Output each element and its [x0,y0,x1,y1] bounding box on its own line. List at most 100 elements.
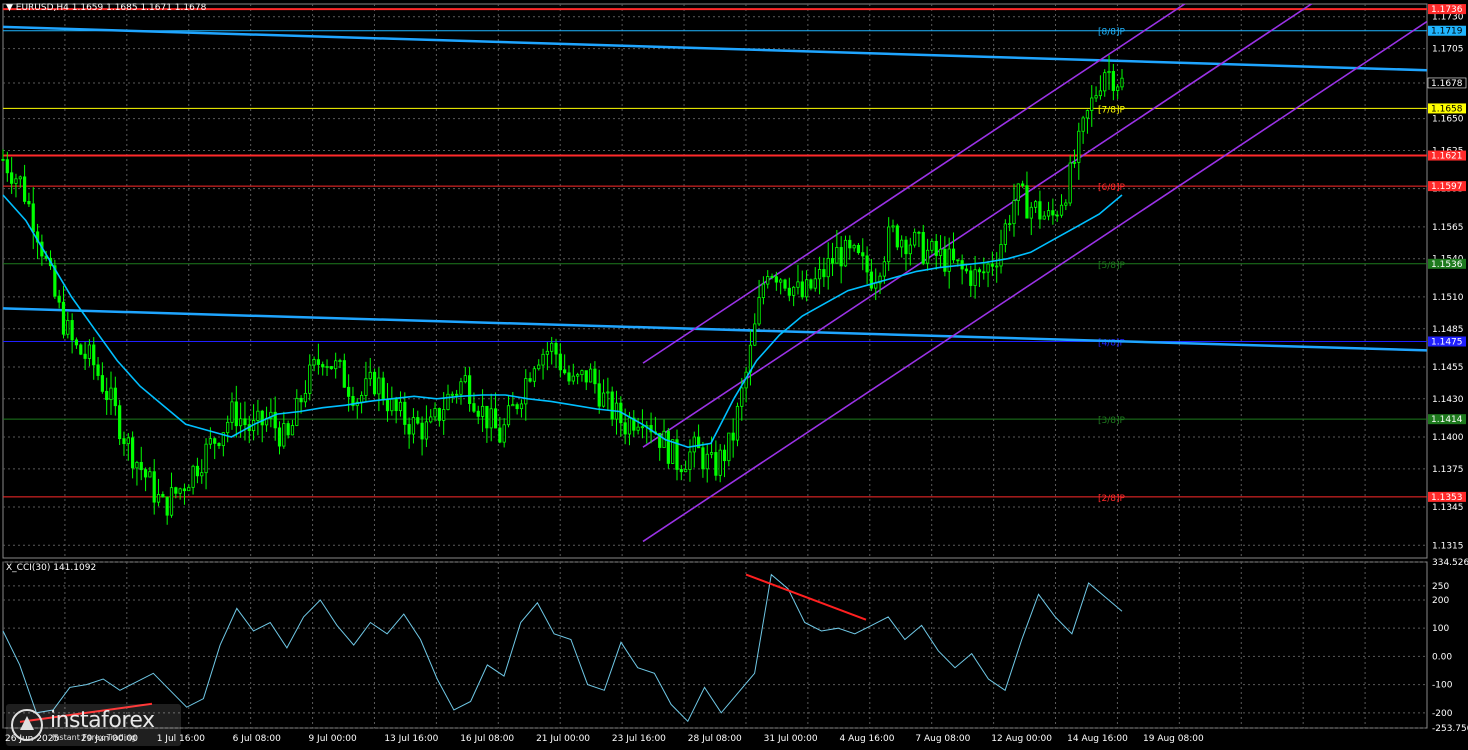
candle-body [753,323,757,346]
candle-body [887,226,891,263]
candle-body [727,432,731,462]
candle-body [895,225,899,248]
candle-body [956,259,960,262]
candle-body [459,381,463,395]
price-tags: 1.1736 1.1719 1.1658 1.1621 1.1597 1.1536 1.14… [1427,4,1467,503]
candle-body [359,395,364,403]
candle-body [489,408,493,429]
candle-body [364,378,368,396]
candle-body [770,276,774,278]
candle-body [714,452,718,476]
candle-body [1072,161,1077,164]
instaforex-logo: instaforex Instant Forex Trading [6,704,181,746]
candle-body [368,371,372,380]
logo-name: instaforex [50,708,155,733]
candle-body [943,248,947,272]
level-label: [6/8]P [1098,183,1126,193]
candle-body [511,404,515,407]
candle-body [18,176,22,180]
candle-body [156,494,161,503]
candle-body [1081,117,1085,132]
candle-body [243,418,247,426]
candle-body [809,279,813,289]
candle-body [869,271,874,289]
candle-body [135,461,139,469]
candle-body [79,344,83,355]
candle-body [1042,215,1046,220]
candle-body [1111,70,1115,91]
candle-body [468,375,472,404]
y-tick-label: 1.1375 [1432,465,1464,475]
candle-body [636,426,640,431]
candle-body [597,383,601,407]
candle-body [342,360,346,388]
candle-body [506,405,511,426]
candle-body [442,409,446,421]
candle-body [446,393,450,410]
channel-line [642,20,1427,543]
candle-body [407,424,411,435]
candle-body [817,269,822,280]
x-tick-label: 9 Jul 00:00 [308,734,357,744]
candle-body [666,430,670,464]
candle-body [852,244,856,249]
candle-body [839,247,843,267]
candle-body [14,178,18,184]
candle-body [57,295,61,303]
candle-body [109,387,113,401]
candle-body [74,339,79,346]
candle-body [113,387,117,407]
candle-body [182,488,187,492]
candle-body [537,364,541,370]
candle-body [429,416,433,423]
ma-line [2,194,1123,449]
candle-body [977,269,982,273]
candle-body [303,392,308,403]
candle-body [1077,130,1081,163]
candle-body [610,391,614,420]
candle-body [904,239,908,255]
candle-body [187,486,191,492]
candle-body [27,201,31,205]
x-tick-label: 16 Jul 08:00 [460,734,514,744]
price-tag-text: 1.1353 [1431,493,1463,503]
candle-body [502,424,506,443]
candle-body [1051,210,1055,216]
candle-body [938,248,943,256]
candle-body [735,405,740,441]
candle-body [623,422,627,435]
x-tick-label: 4 Aug 16:00 [840,734,895,744]
candle-body [986,263,990,273]
candle-body [606,391,610,394]
price-tag-text: 1.1621 [1431,152,1463,162]
candle-body [545,350,549,355]
candle-body [908,244,912,255]
candle-body [1090,97,1094,111]
candle-body [740,387,744,407]
candle-body [122,438,126,445]
candle-body [571,375,575,382]
candle-body [200,472,204,477]
candle-body [1016,183,1020,202]
candle-body [921,231,925,264]
candle-body [390,398,394,412]
candle-body [1003,223,1007,245]
candle-body [757,297,761,325]
candle-body [1038,201,1042,220]
y-tick-label: 1.1455 [1432,363,1464,373]
candle-body [671,439,675,464]
candle-body [83,353,87,359]
level-label: [8/8]P [1098,28,1126,38]
x-tick-label: 28 Jul 08:00 [688,734,742,744]
candle-body [934,240,938,256]
candle-body [308,364,312,394]
candle-body [131,437,135,469]
axes: 1.17301.17051.16781.16501.16251.15951.15… [5,13,1468,744]
candle-body [999,244,1003,267]
candle-body [532,368,537,382]
candle-body [679,469,683,473]
candle-body [126,437,130,445]
x-tick-label: 7 Aug 08:00 [915,734,970,744]
candle-body [856,244,861,254]
candle-body [826,258,830,278]
